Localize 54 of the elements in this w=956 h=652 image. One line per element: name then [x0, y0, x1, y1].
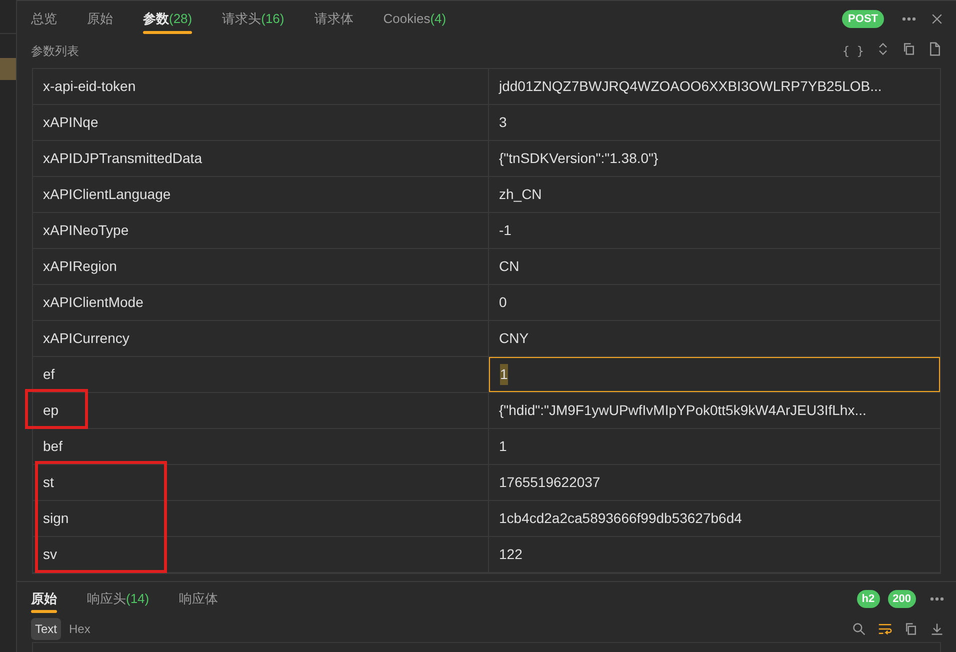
key-cell: x-api-eid-token [33, 69, 489, 104]
value-cell[interactable]: 3 [489, 105, 940, 140]
tab[interactable]: 请求体 [314, 1, 354, 37]
value-cell[interactable]: 1 [489, 429, 940, 464]
key-cell: bef [33, 429, 489, 464]
download-icon[interactable] [930, 622, 944, 636]
key-cell: sv [33, 537, 489, 572]
wrap-icon[interactable] [878, 622, 892, 636]
value-cell[interactable]: 1765519622037 [489, 465, 940, 500]
braces-icon[interactable]: { } [842, 42, 864, 60]
more-icon[interactable] [902, 17, 916, 21]
method-badge: POST [842, 10, 884, 28]
value-cell[interactable]: 0 [489, 285, 940, 320]
key-cell: xAPIDJPTransmittedData [33, 141, 489, 176]
value-cell[interactable]: CN [489, 249, 940, 284]
key-cell: xAPINeoType [33, 213, 489, 248]
key-cell: ef [33, 357, 489, 392]
value-cell[interactable]: {"tnSDKVersion":"1.38.0"} [489, 141, 940, 176]
tab[interactable]: Cookies(4) [383, 1, 446, 37]
tab[interactable]: 参数(28) [143, 1, 192, 37]
tab[interactable]: 请求头(16) [222, 1, 284, 37]
close-icon[interactable] [930, 12, 944, 26]
key-cell: ep [33, 393, 489, 428]
tab[interactable]: 响应体 [179, 582, 218, 616]
expand-icon[interactable] [876, 42, 890, 56]
value-cell[interactable]: jdd01ZNQZ7BWJRQ4WZOAOO6XXBI3OWLRP7YB25LOB... [489, 69, 940, 104]
copy-icon[interactable] [902, 42, 916, 56]
value-cell[interactable]: zh_CN [489, 177, 940, 212]
value-cell[interactable]: -1 [489, 213, 940, 248]
tab[interactable]: 总览 [31, 1, 57, 37]
value-cell[interactable]: 1 [489, 357, 940, 392]
search-icon[interactable] [852, 622, 866, 636]
key-cell: xAPIRegion [33, 249, 489, 284]
copy-icon[interactable] [904, 622, 918, 636]
format-toggle[interactable]: Hex [65, 618, 94, 640]
key-cell: st [33, 465, 489, 500]
protocol-badge: h2 [856, 590, 880, 608]
key-cell: xAPIClientMode [33, 285, 489, 320]
format-toggle[interactable]: Text [31, 618, 62, 640]
value-cell[interactable]: CNY [489, 321, 940, 356]
key-cell: xAPIClientLanguage [33, 177, 489, 212]
key-cell: xAPINqe [33, 105, 489, 140]
tab[interactable]: 响应头(14) [87, 582, 150, 616]
section-title: 参数列表 [31, 43, 79, 60]
status-badge: 200 [888, 590, 916, 608]
file-icon[interactable] [928, 42, 942, 56]
key-cell: sign [33, 501, 489, 536]
value-cell[interactable]: 1cb4cd2a2ca5893666f99db53627b6d4 [489, 501, 940, 536]
value-cell[interactable]: 122 [489, 537, 940, 572]
tab[interactable]: 原始 [87, 1, 113, 37]
key-cell: xAPICurrency [33, 321, 489, 356]
value-cell[interactable]: {"hdid":"JM9F1ywUPwfIvMIpYPok0tt5k9kW4ArJEU3IfLhx... [489, 393, 940, 428]
tab[interactable]: 原始 [31, 582, 57, 616]
more-icon[interactable] [930, 597, 944, 601]
